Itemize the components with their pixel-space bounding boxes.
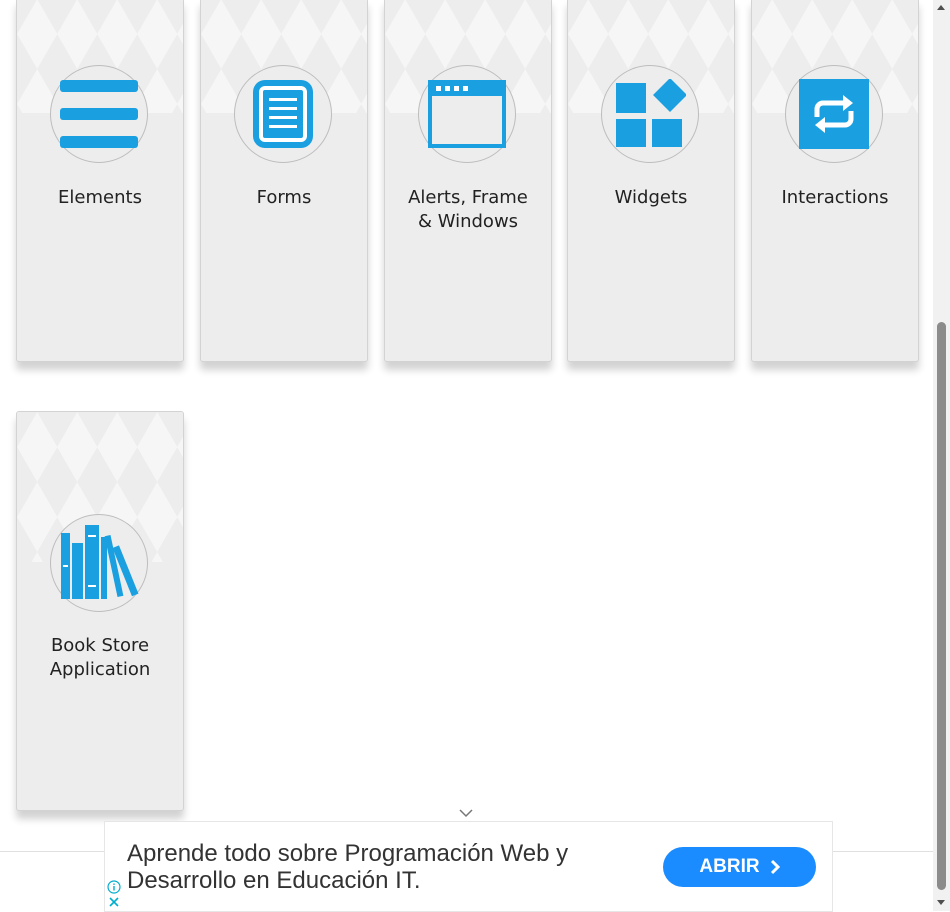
books-icon	[61, 525, 139, 599]
vertical-scrollbar[interactable]	[933, 0, 950, 911]
ad-open-button-label: ABRIR	[699, 856, 760, 877]
card-title: Forms	[256, 187, 312, 208]
card-icon-circle	[50, 65, 148, 163]
card-title: Interactions	[781, 187, 889, 208]
card-title: Book Store Application	[49, 635, 151, 680]
hamburger-list-icon	[60, 80, 138, 148]
card-elements[interactable]: Elements	[16, 0, 184, 362]
card-icon-circle	[785, 65, 883, 163]
chevron-right-icon	[770, 859, 780, 875]
ad-banner[interactable]: Aprende todo sobre Programación Web y De…	[104, 821, 833, 912]
scroll-thumb[interactable]	[937, 322, 946, 890]
repeat-arrows-icon	[799, 79, 869, 149]
card-widgets[interactable]: Widgets	[567, 0, 735, 362]
card-title: Widgets	[614, 187, 688, 208]
widgets-blocks-icon	[616, 79, 686, 147]
card-alerts-frame-windows[interactable]: Alerts, Frame & Windows	[384, 0, 552, 362]
ad-text: Aprende todo sobre Programación Web y De…	[127, 840, 569, 894]
card-icon-circle	[418, 65, 516, 163]
chevron-down-icon[interactable]	[459, 809, 473, 818]
card-interactions[interactable]: Interactions	[751, 0, 919, 362]
ad-open-button[interactable]: ABRIR	[663, 847, 816, 887]
card-icon-circle	[234, 65, 332, 163]
info-icon[interactable]	[107, 880, 121, 894]
card-forms[interactable]: Forms	[200, 0, 368, 362]
browser-window-icon	[428, 80, 506, 148]
card-book-store-application[interactable]: Book Store Application	[16, 411, 184, 811]
document-form-icon	[253, 80, 313, 148]
close-icon[interactable]	[107, 895, 121, 909]
card-title: Elements	[58, 187, 142, 208]
card-icon-circle	[50, 514, 148, 612]
scroll-up-arrow[interactable]	[937, 5, 945, 10]
card-title: Alerts, Frame & Windows	[408, 187, 528, 232]
scroll-down-arrow[interactable]	[937, 900, 945, 905]
card-icon-circle	[601, 65, 699, 163]
